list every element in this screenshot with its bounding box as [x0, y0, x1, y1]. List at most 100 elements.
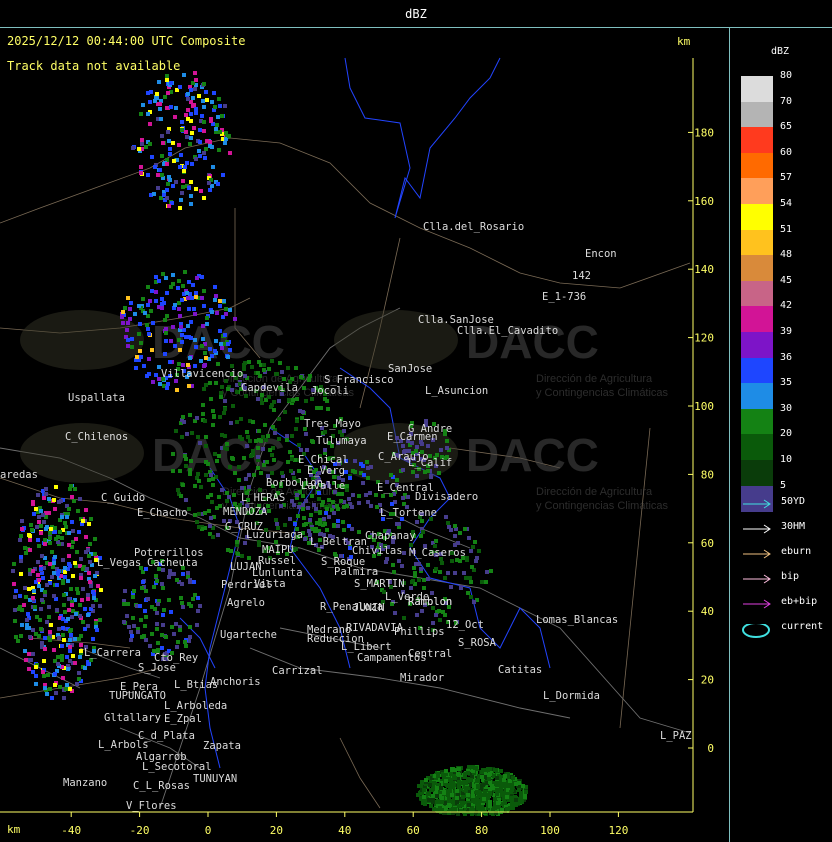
echo-pixel — [13, 608, 17, 612]
echo-pixel — [186, 97, 190, 101]
echo-pixel — [268, 448, 272, 452]
echo-pixel — [293, 522, 297, 526]
echo-pixel — [31, 670, 35, 674]
echo-pixel — [239, 417, 243, 421]
echo-pixel — [189, 112, 193, 116]
echo-pixel — [401, 496, 405, 500]
echo-pixel — [39, 524, 43, 528]
echo-pixel — [20, 623, 24, 627]
place-label: Gltallary — [104, 712, 161, 724]
km-unit-top: km — [677, 35, 691, 48]
echo-pixel — [207, 181, 211, 185]
echo-pixel — [91, 637, 95, 641]
echo-pixel — [181, 179, 185, 183]
echo-pixel — [509, 790, 513, 794]
echo-pixel — [332, 524, 336, 528]
echo-pixel — [439, 448, 443, 452]
echo-pixel — [211, 165, 215, 169]
echo-pixel — [218, 299, 222, 303]
echo-pixel — [289, 469, 293, 473]
echo-pixel — [158, 382, 162, 386]
echo-pixel — [364, 493, 368, 497]
echo-pixel — [123, 589, 127, 593]
echo-pixel — [216, 362, 220, 366]
echo-pixel — [473, 766, 477, 770]
echo-pixel — [247, 360, 251, 364]
echo-pixel — [92, 592, 96, 596]
echo-pixel — [262, 363, 266, 367]
radar-map[interactable]: DACC Dirección de Agricultura y Contingenc… — [0, 28, 730, 842]
echo-pixel — [279, 504, 283, 508]
place-label: Central — [408, 648, 452, 660]
echo-pixel — [444, 769, 448, 773]
echo-pixel — [473, 540, 477, 544]
echo-pixel — [237, 465, 241, 469]
echo-pixel — [275, 522, 279, 526]
place-label: Luzuriaga — [246, 529, 303, 541]
echo-pixel — [171, 273, 175, 277]
echo-pixel — [469, 549, 473, 553]
place-label: Phillips — [394, 626, 445, 638]
echo-pixel — [41, 576, 45, 580]
echo-pixel — [53, 672, 57, 676]
echo-pixel — [34, 507, 38, 511]
echo-pixel — [422, 795, 426, 799]
echo-pixel — [57, 569, 61, 573]
y-tick-label: 160 — [694, 195, 714, 208]
echo-pixel — [45, 620, 49, 624]
echo-pixel — [178, 469, 182, 473]
echo-pixel — [44, 487, 48, 491]
echo-pixel — [179, 325, 183, 329]
echo-pixel — [207, 478, 211, 482]
echo-pixel — [144, 589, 148, 593]
echo-pixel — [217, 495, 221, 499]
echo-pixel — [510, 806, 514, 810]
track-status-label: Track data not available — [7, 59, 181, 73]
echo-pixel — [183, 270, 187, 274]
echo-pixel — [147, 372, 151, 376]
echo-pixel — [137, 332, 141, 336]
echo-pixel — [19, 572, 23, 576]
echo-pixel — [31, 596, 35, 600]
echo-pixel — [181, 363, 185, 367]
echo-pixel — [163, 95, 167, 99]
x-axis: -40 -20 0 20 40 60 80 100 120 — [0, 811, 693, 837]
place-label: Agrelo — [227, 597, 265, 609]
echo-pixel — [417, 562, 421, 566]
echo-pixel — [161, 141, 165, 145]
echo-pixel — [366, 476, 370, 480]
echo-pixel — [413, 574, 417, 578]
echo-pixel — [157, 80, 161, 84]
echo-pixel — [50, 575, 54, 579]
place-label: 12_Oct — [446, 619, 484, 631]
echo-pixel — [196, 609, 200, 613]
echo-pixel — [128, 317, 132, 321]
echo-pixel — [70, 495, 74, 499]
echo-pixel — [517, 781, 521, 785]
echo-pixel — [127, 625, 131, 629]
echo-pixel — [302, 516, 306, 520]
track-label: bip — [781, 571, 800, 582]
track-label: eburn — [781, 546, 812, 557]
echo-pixel — [155, 611, 159, 615]
echo-pixel — [41, 513, 45, 517]
echo-pixel — [477, 790, 481, 794]
echo-pixel — [37, 520, 41, 524]
echo-pixel — [187, 280, 191, 284]
place-label: L_Btias — [174, 679, 218, 691]
echo-pixel — [390, 502, 394, 506]
echo-pixel — [159, 117, 163, 121]
echo-pixel — [31, 569, 35, 573]
x-tick-label: 0 — [205, 824, 212, 837]
echo-pixel — [139, 171, 143, 175]
echo-pixel — [198, 128, 202, 132]
echo-pixel — [43, 538, 47, 542]
echo-pixel — [181, 572, 185, 576]
place-label: L_Dormida — [543, 690, 600, 702]
echo-pixel — [30, 528, 34, 532]
echo-pixel — [179, 596, 183, 600]
echo-pixel — [446, 793, 450, 797]
legend-swatch-10 — [741, 460, 773, 486]
echo-pixel — [146, 285, 150, 289]
echo-pixel — [168, 152, 172, 156]
